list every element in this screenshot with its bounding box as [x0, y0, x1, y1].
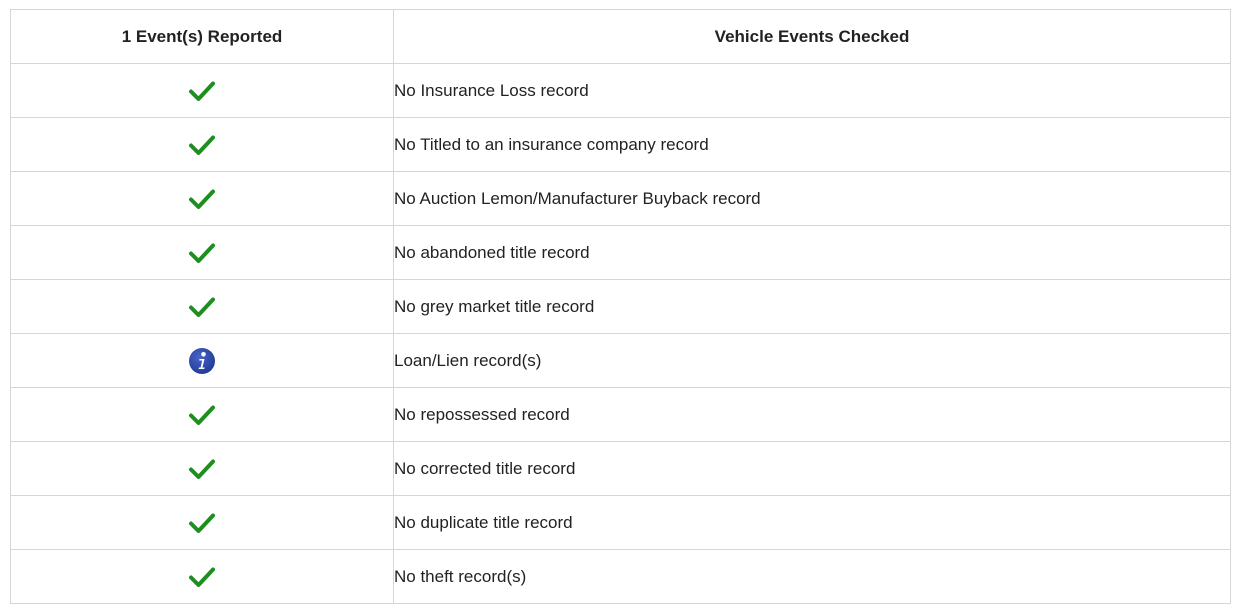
event-label: No Titled to an insurance company record: [393, 117, 1231, 172]
check-icon: [187, 292, 217, 322]
event-label: No duplicate title record: [393, 495, 1231, 550]
table-row: No Auction Lemon/Manufacturer Buyback re…: [10, 171, 1231, 226]
vehicle-events-checked-header: Vehicle Events Checked: [393, 9, 1231, 64]
table-row: No repossessed record: [10, 387, 1231, 442]
table-row: No Insurance Loss record: [10, 63, 1231, 118]
table-row: No corrected title record: [10, 441, 1231, 496]
event-label: No Auction Lemon/Manufacturer Buyback re…: [393, 171, 1231, 226]
table-row: No duplicate title record: [10, 495, 1231, 550]
check-icon: [187, 508, 217, 538]
event-label: No grey market title record: [393, 279, 1231, 334]
table-row: No theft record(s): [10, 549, 1231, 604]
status-cell: [10, 279, 394, 334]
status-cell: [10, 225, 394, 280]
table-row: No Titled to an insurance company record: [10, 117, 1231, 172]
check-icon: [187, 238, 217, 268]
table-row: No abandoned title record: [10, 225, 1231, 280]
events-table-container: 1 Event(s) Reported Vehicle Events Check…: [10, 9, 1231, 604]
status-cell: [10, 333, 394, 388]
check-icon: [187, 76, 217, 106]
check-icon: [187, 130, 217, 160]
event-label: No Insurance Loss record: [393, 63, 1231, 118]
check-icon: [187, 400, 217, 430]
status-cell: [10, 63, 394, 118]
check-icon: [187, 454, 217, 484]
status-cell: [10, 171, 394, 226]
status-cell: [10, 549, 394, 604]
table-row: Loan/Lien record(s): [10, 333, 1231, 388]
check-icon: [187, 184, 217, 214]
status-cell: [10, 495, 394, 550]
event-label: No theft record(s): [393, 549, 1231, 604]
vehicle-events-table: 1 Event(s) Reported Vehicle Events Check…: [10, 9, 1231, 604]
event-label: No corrected title record: [393, 441, 1231, 496]
event-label: Loan/Lien record(s): [393, 333, 1231, 388]
events-reported-header: 1 Event(s) Reported: [10, 9, 394, 64]
table-header-row: 1 Event(s) Reported Vehicle Events Check…: [10, 9, 1231, 64]
event-label: No repossessed record: [393, 387, 1231, 442]
status-cell: [10, 441, 394, 496]
info-icon: [187, 346, 217, 376]
event-label: No abandoned title record: [393, 225, 1231, 280]
status-cell: [10, 387, 394, 442]
table-row: No grey market title record: [10, 279, 1231, 334]
check-icon: [187, 562, 217, 592]
status-cell: [10, 117, 394, 172]
